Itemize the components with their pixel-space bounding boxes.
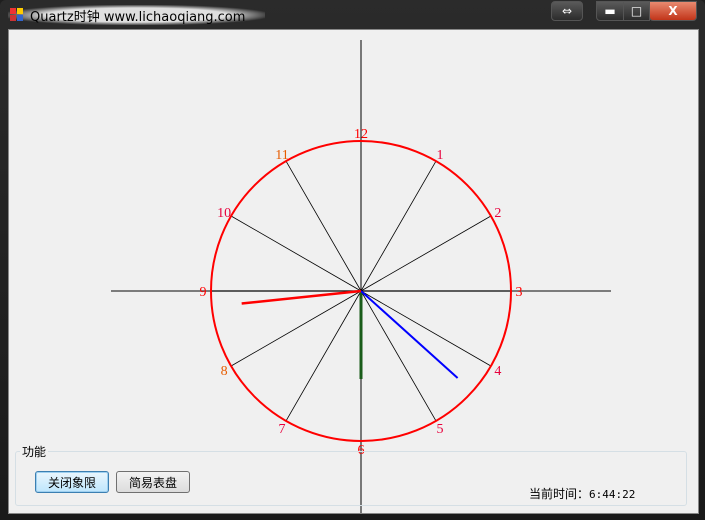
minimize-button[interactable]: ▬ bbox=[596, 1, 624, 21]
time-label: 当前时间： bbox=[529, 487, 590, 501]
hour-number: 11 bbox=[275, 148, 288, 163]
hour-number: 9 bbox=[200, 285, 207, 300]
swap-button[interactable]: ⇔ bbox=[551, 1, 583, 21]
time-value: 6:44:22 bbox=[589, 488, 636, 501]
client-area: 12 1 2 3 4 5 6 7 8 9 10 11 功能 关闭象限 简易表盘 当前时间：6:44:2… bbox=[8, 29, 699, 514]
hour-number: 5 bbox=[437, 422, 444, 437]
hour-number: 12 bbox=[354, 127, 368, 142]
current-time: 当前时间：6:44:22 bbox=[529, 485, 635, 502]
window-title: Quartz时钟 www.lichaoqiang.com bbox=[30, 9, 246, 25]
tick-line bbox=[360, 290, 492, 367]
app-icon bbox=[10, 8, 24, 22]
tick-line bbox=[360, 160, 437, 292]
hour-number: 7 bbox=[279, 422, 286, 437]
hour-number: 3 bbox=[516, 285, 523, 300]
maximize-button[interactable]: □ bbox=[623, 1, 650, 21]
tick-line bbox=[285, 290, 362, 422]
tick-line bbox=[230, 215, 362, 292]
simple-dial-button[interactable]: 简易表盘 bbox=[116, 471, 190, 493]
hour-number: 4 bbox=[494, 364, 501, 379]
tick-line bbox=[285, 160, 362, 292]
function-group-label: 功能 bbox=[20, 443, 49, 460]
clock-canvas: 121234567891011 bbox=[111, 40, 611, 513]
tick-line bbox=[360, 290, 437, 422]
close-button[interactable]: X bbox=[649, 1, 697, 21]
hour-number: 10 bbox=[217, 206, 231, 221]
minute-hand bbox=[360, 290, 459, 379]
hour-number: 1 bbox=[437, 148, 444, 163]
title-bar: Quartz时钟 www.lichaoqiang.com bbox=[8, 5, 266, 25]
tick-line bbox=[360, 215, 492, 292]
hour-number: 2 bbox=[494, 206, 501, 221]
hour-number: 8 bbox=[221, 364, 228, 379]
close-quadrant-button[interactable]: 关闭象限 bbox=[35, 471, 109, 493]
